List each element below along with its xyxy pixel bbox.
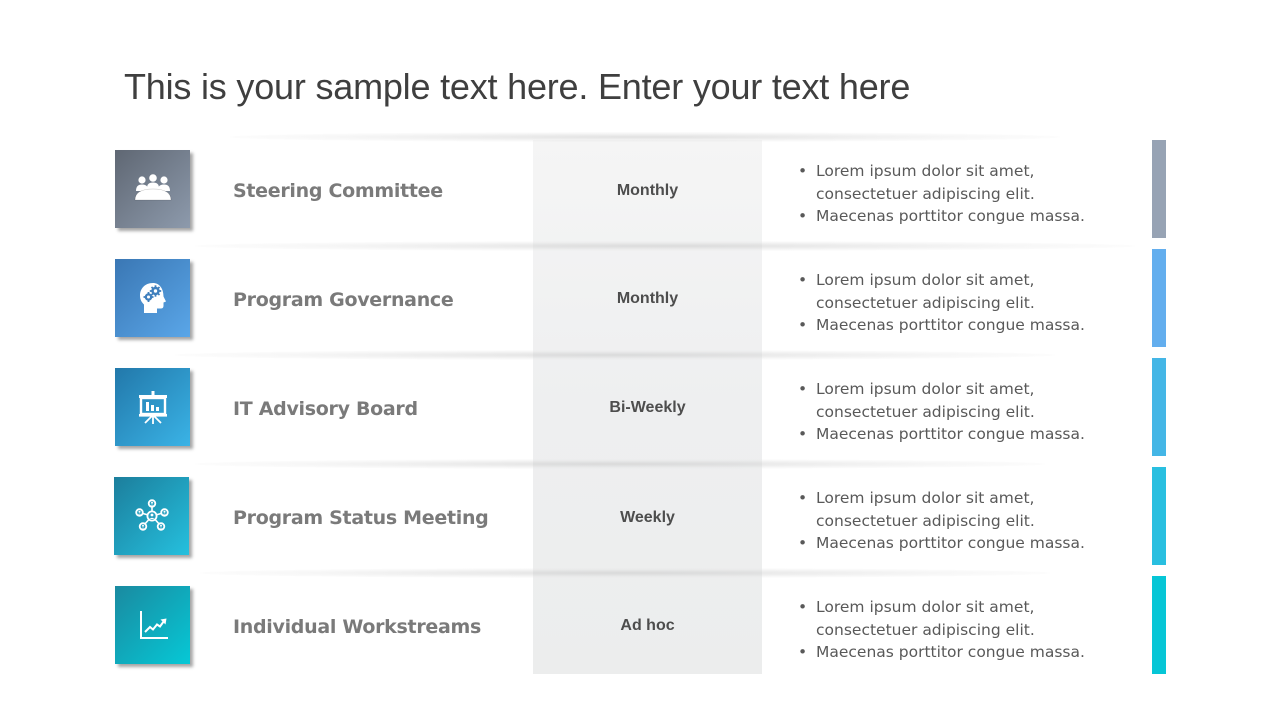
- row-bullets: Lorem ipsum dolor sit amet, consectetuer…: [798, 487, 1128, 555]
- bullet-item: Maecenas porttitor congue massa.: [798, 314, 1128, 337]
- row-name: Steering Committee: [233, 180, 443, 202]
- row-frequency: Monthly: [616, 290, 679, 307]
- bullet-item: Lorem ipsum dolor sit amet, consectetuer…: [798, 160, 1128, 205]
- table-row: IT Advisory Board Bi-Weekly Lorem ipsum …: [0, 358, 1280, 467]
- bullet-item: Maecenas porttitor congue massa.: [798, 205, 1128, 228]
- bullet-item: Lorem ipsum dolor sit amet, consectetuer…: [798, 487, 1128, 532]
- row-accent-bar: [1152, 249, 1166, 347]
- row-frequency: Ad hoc: [620, 617, 675, 634]
- row-icon-tile: [114, 477, 189, 555]
- table-row: Steering Committee Monthly Lorem ipsum d…: [0, 140, 1280, 249]
- row-icon-tile: [115, 368, 190, 446]
- row-bullets: Lorem ipsum dolor sit amet, consectetuer…: [798, 596, 1128, 664]
- row-name: Individual Workstreams: [233, 616, 481, 638]
- row-accent-bar: [1152, 576, 1166, 674]
- row-bullets: Lorem ipsum dolor sit amet, consectetuer…: [798, 269, 1128, 337]
- bullet-item: Lorem ipsum dolor sit amet, consectetuer…: [798, 269, 1128, 314]
- meeting-group-icon: [134, 174, 171, 201]
- row-frequency: Monthly: [616, 182, 679, 199]
- bullet-item: Maecenas porttitor congue massa.: [798, 423, 1128, 446]
- bullet-item: Maecenas porttitor congue massa.: [798, 532, 1128, 555]
- bullet-item: Lorem ipsum dolor sit amet, consectetuer…: [798, 596, 1128, 641]
- row-icon-tile: [115, 150, 190, 228]
- table-row: Individual Workstreams Ad hoc Lorem ipsu…: [0, 576, 1280, 685]
- growth-chart-icon: [139, 611, 168, 639]
- row-name: Program Status Meeting: [233, 507, 489, 529]
- bullet-item: Maecenas porttitor congue massa.: [798, 641, 1128, 664]
- row-frequency: Bi-Weekly: [609, 399, 686, 416]
- slide-title: This is your sample text here. Enter you…: [124, 66, 911, 107]
- bullet-item: Lorem ipsum dolor sit amet, consectetuer…: [798, 378, 1128, 423]
- row-accent-bar: [1152, 467, 1166, 565]
- table-row: Program Status Meeting Weekly Lorem ipsu…: [0, 467, 1280, 576]
- row-accent-bar: [1152, 358, 1166, 456]
- table-row: Program Governance Monthly Lorem ipsum d…: [0, 249, 1280, 358]
- network-people-icon: [134, 499, 169, 531]
- presentation-board-icon: [138, 391, 167, 424]
- row-accent-bar: [1152, 140, 1166, 238]
- row-name: Program Governance: [233, 289, 454, 311]
- row-frequency: Weekly: [620, 509, 675, 526]
- row-icon-tile: [115, 259, 190, 337]
- row-bullets: Lorem ipsum dolor sit amet, consectetuer…: [798, 378, 1128, 446]
- head-gears-icon: [139, 283, 166, 313]
- row-icon-tile: [115, 586, 190, 664]
- row-bullets: Lorem ipsum dolor sit amet, consectetuer…: [798, 160, 1128, 228]
- row-name: IT Advisory Board: [233, 398, 418, 420]
